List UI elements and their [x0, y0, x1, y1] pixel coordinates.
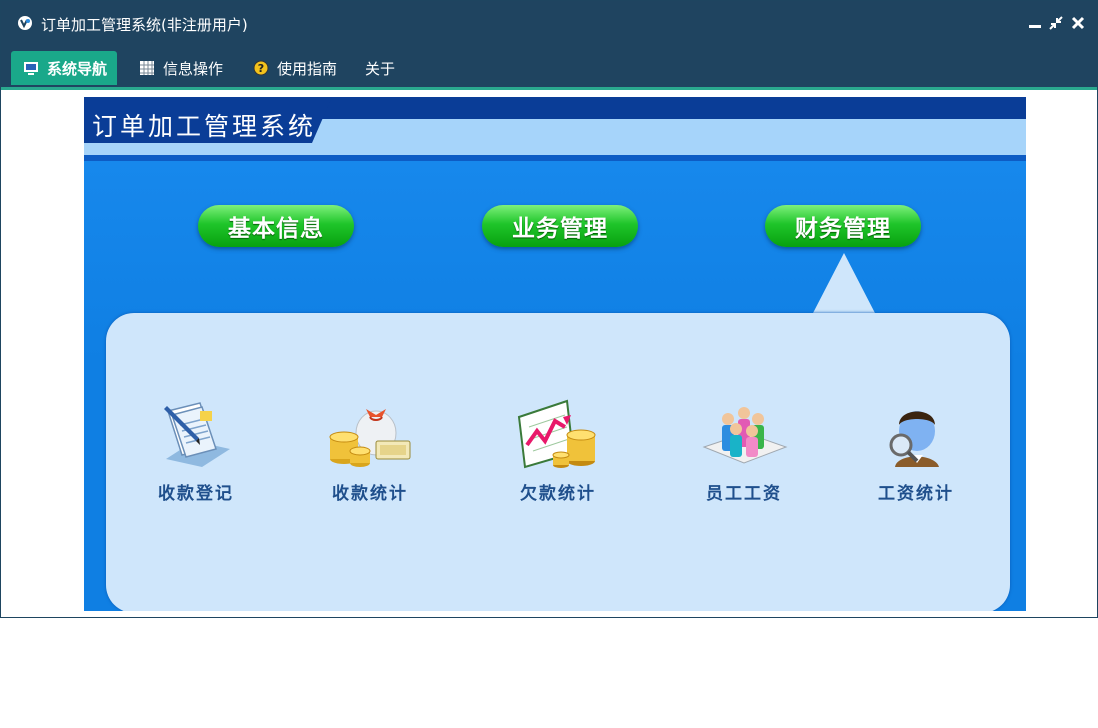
menu-bar: 系统导航 信息操作 ? 使用指南 关于 [1, 45, 1097, 87]
svg-text:?: ? [258, 62, 264, 75]
window-title: 订单加工管理系统(非注册用户) [41, 16, 248, 34]
tab-label: 使用指南 [277, 59, 338, 78]
salary-statistics-item[interactable]: 工资统计 [856, 397, 976, 504]
payment-register-item[interactable]: 收款登记 [136, 397, 256, 504]
app-window: 订单加工管理系统(非注册用户) 系统导航 信息操作 ? 使用指南 关于 订单加工… [0, 0, 1098, 618]
restore-icon[interactable] [1048, 15, 1064, 31]
navigation-panel: 订单加工管理系统 基本信息 业务管理 财务管理 收款登记 收款统计 欠款统计 员… [84, 97, 1026, 611]
close-icon[interactable] [1070, 15, 1086, 31]
tab-user-guide[interactable]: ? 使用指南 [253, 51, 337, 85]
feature-label: 收款统计 [332, 484, 408, 504]
business-management-button[interactable]: 业务管理 [482, 205, 638, 247]
tab-label: 关于 [365, 59, 396, 78]
people-icon [702, 407, 788, 464]
tab-label: 信息操作 [163, 59, 224, 78]
help-icon: ? [253, 60, 269, 76]
submenu-pointer [812, 253, 876, 315]
tab-system-navigation[interactable]: 系统导航 [11, 51, 118, 85]
document-pen-icon [164, 402, 230, 467]
menu-underline [1, 87, 1097, 90]
chart-coins-icon [517, 399, 596, 469]
tab-label: 系统导航 [47, 59, 108, 78]
tab-about[interactable]: 关于 [365, 51, 395, 85]
monitor-icon [24, 62, 38, 75]
person-magnifier-icon [889, 411, 939, 467]
grid-icon [140, 61, 154, 75]
feature-label: 工资统计 [878, 484, 954, 504]
title-bar: 订单加工管理系统(非注册用户) [1, 1, 1097, 45]
finance-management-button[interactable]: 财务管理 [765, 205, 921, 247]
money-bag-icon [329, 409, 411, 467]
feature-label: 员工工资 [706, 484, 782, 504]
banner-title: 订单加工管理系统 [92, 112, 317, 141]
app-logo-icon [18, 16, 32, 30]
minimize-icon[interactable] [1027, 15, 1043, 31]
feature-label: 欠款统计 [520, 484, 596, 504]
payment-statistics-item[interactable]: 收款统计 [310, 397, 430, 504]
feature-label: 收款登记 [158, 484, 234, 504]
basic-info-button[interactable]: 基本信息 [198, 205, 354, 247]
tab-info-operations[interactable]: 信息操作 [139, 51, 223, 85]
arrears-statistics-item[interactable]: 欠款统计 [498, 397, 618, 504]
employee-salary-item[interactable]: 员工工资 [684, 397, 804, 504]
